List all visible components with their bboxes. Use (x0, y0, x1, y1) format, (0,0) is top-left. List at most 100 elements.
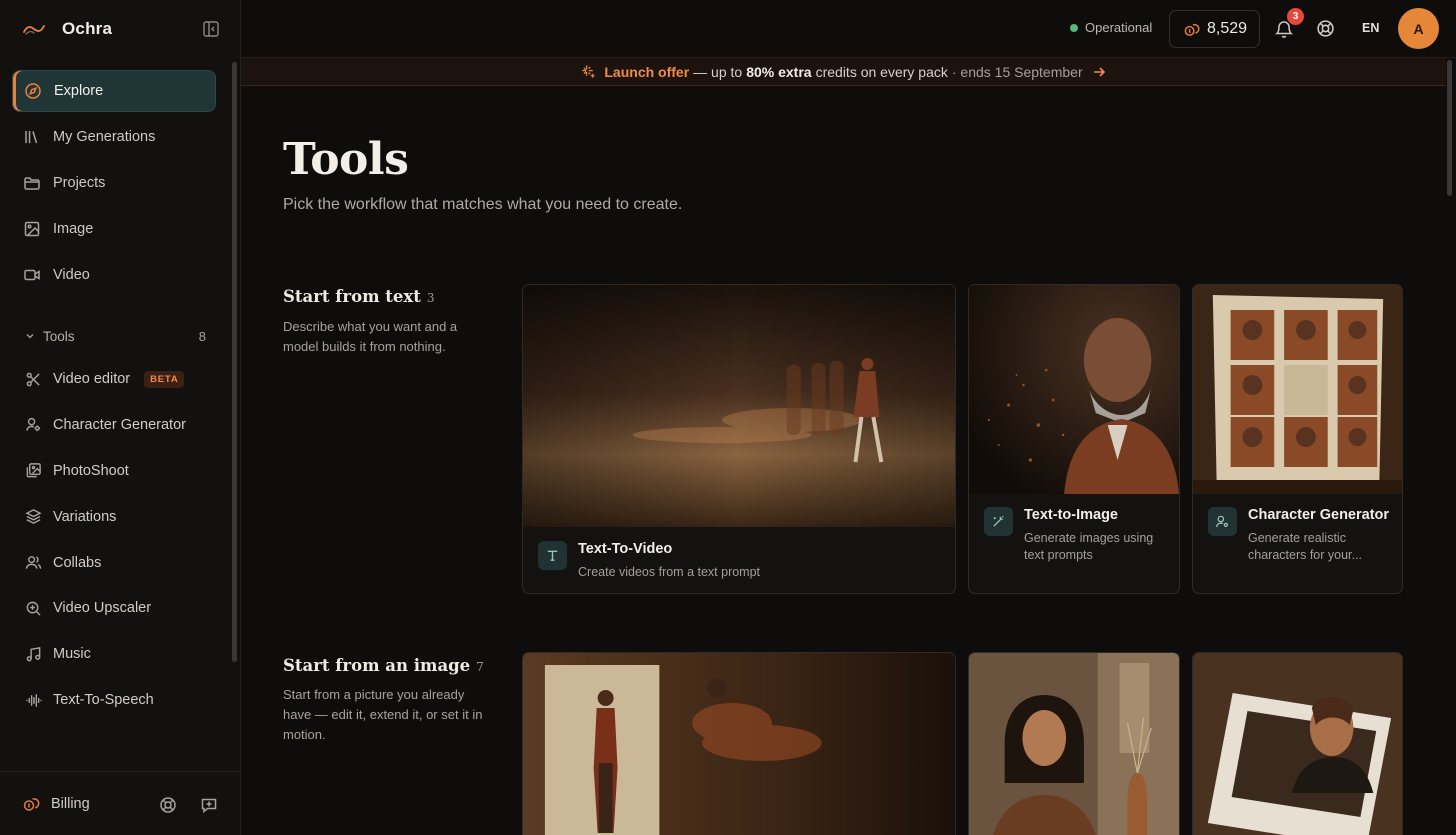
billing-button[interactable]: Billing (22, 795, 90, 813)
chevron-down-icon (26, 333, 34, 339)
app-root: Ochra Explore My Generations Projects Im… (0, 0, 1456, 835)
card-preview-image (969, 653, 1179, 835)
billing-label: Billing (51, 795, 90, 812)
users-icon (25, 556, 42, 569)
notification-count-badge: 3 (1287, 8, 1304, 25)
section-title-text: Start from text (283, 287, 421, 306)
app-name: Ochra (62, 19, 113, 38)
sidebar-item-music[interactable]: Music (12, 633, 216, 675)
tool-card-character-generator[interactable]: Character Generator Generate realistic c… (1192, 284, 1403, 594)
sidebar-item-video-editor[interactable]: Video editor BETA (12, 358, 216, 400)
language-selector[interactable]: EN (1362, 21, 1379, 35)
card-title: Character Generator (1248, 507, 1390, 523)
sidebar-item-character-generator[interactable]: Character Generator (12, 404, 216, 446)
status-label: Operational (1085, 20, 1153, 35)
video-icon (24, 269, 40, 281)
card-preview-image (523, 653, 955, 835)
sparkles-icon (582, 65, 596, 78)
section-title: Start from text 3 (283, 287, 435, 306)
nav-label: Explore (54, 83, 104, 99)
tool-card-image-preview[interactable] (1192, 652, 1403, 835)
nav-label: Projects (53, 175, 106, 191)
nav-item-video[interactable]: Video (12, 254, 216, 296)
section-title: Start from an image 7 (283, 656, 484, 675)
nav-label: Image (53, 221, 94, 237)
type-icon (538, 541, 567, 570)
section-count: 7 (476, 660, 484, 674)
credits-balance: 8,529 (1207, 20, 1248, 37)
user-avatar[interactable]: A (1398, 8, 1439, 49)
ochra-logo-icon (23, 25, 45, 35)
tool-card-text-to-video[interactable]: Text-To-Video Create videos from a text … (522, 284, 956, 594)
promo-banner[interactable]: Launch offer — up to 80% extra credits o… (241, 58, 1446, 86)
tool-label: Character Generator (53, 416, 186, 433)
tool-label: Variations (53, 508, 117, 525)
promo-offer-label: Launch offer (604, 63, 690, 80)
tools-section-toggle[interactable]: Tools 8 (24, 326, 206, 346)
sidebar-item-variations[interactable]: Variations (12, 496, 216, 538)
tool-label: Video Upscaler (53, 600, 152, 617)
nav-item-my-generations[interactable]: My Generations (12, 116, 216, 158)
message-plus-icon[interactable] (200, 796, 218, 814)
sidebar: Ochra Explore My Generations Projects Im… (0, 0, 241, 835)
status-dot (1070, 23, 1078, 32)
promo-highlight: 80% extra (746, 63, 812, 80)
promo-text-before: — up to (693, 63, 743, 80)
audio-waveform-icon (26, 693, 42, 707)
zoom-in-icon (26, 601, 41, 616)
page-title: Tools (283, 134, 409, 185)
arrow-right-icon (1093, 66, 1105, 77)
sidebar-footer: Billing (0, 771, 240, 835)
lifebuoy-icon[interactable] (159, 796, 177, 814)
card-preview-image (523, 285, 955, 527)
coins-icon (23, 797, 40, 811)
card-title: Text-To-Video (578, 541, 673, 557)
sidebar-collapse-icon[interactable] (202, 20, 220, 38)
scissors-icon (26, 372, 40, 386)
nav-label: My Generations (53, 129, 156, 145)
page-subtitle: Pick the workflow that matches what you … (283, 196, 683, 213)
card-preview-image (1193, 285, 1402, 494)
music-icon (26, 646, 41, 662)
coins-icon (1184, 23, 1200, 36)
tool-label: Collabs (53, 554, 102, 571)
nav-item-image[interactable]: Image (12, 208, 216, 250)
nav-item-projects[interactable]: Projects (12, 162, 216, 204)
main-scrollbar[interactable] (1447, 60, 1452, 196)
tool-label: PhotoShoot (53, 462, 129, 479)
section-description: Describe what you want and a model build… (283, 319, 458, 354)
nav-item-explore[interactable]: Explore (12, 70, 216, 112)
layers-icon (25, 509, 42, 525)
card-description: Create videos from a text prompt (578, 565, 761, 579)
tool-label: Text-To-Speech (53, 692, 154, 709)
sidebar-item-collabs[interactable]: Collabs (12, 542, 216, 584)
top-bar: Operational 8,529 3 EN A (241, 0, 1456, 58)
library-icon (25, 131, 38, 144)
credits-button[interactable]: 8,529 (1169, 10, 1260, 48)
card-description: Generate realistic characters for your..… (1248, 531, 1362, 562)
sidebar-item-photoshoot[interactable]: PhotoShoot (12, 450, 216, 492)
user-cog-icon (26, 418, 41, 432)
card-title: Text-to-Image (1024, 507, 1118, 523)
tool-card-text-to-image[interactable]: Text-to-Image Generate images using text… (968, 284, 1180, 594)
tool-card-image-preview[interactable] (968, 652, 1180, 835)
sidebar-scrollbar[interactable] (232, 62, 237, 662)
tool-label: Video editor (53, 371, 131, 387)
tool-label: Music (53, 646, 91, 663)
beta-badge: BETA (144, 370, 185, 388)
system-status[interactable]: Operational (1070, 20, 1152, 35)
user-cog-icon (1208, 507, 1237, 536)
nav-label: Video (53, 267, 90, 283)
sidebar-item-video-upscaler[interactable]: Video Upscaler (12, 587, 216, 629)
tools-list: Video editor BETA Character Generator Ph… (12, 358, 216, 725)
compass-icon (25, 83, 41, 99)
section-title-text: Start from an image (283, 656, 471, 675)
lifebuoy-icon[interactable] (1316, 19, 1335, 38)
sidebar-item-text-to-speech[interactable]: Text-To-Speech (12, 679, 216, 721)
tools-count: 8 (198, 328, 206, 344)
promo-end-date: · ends 15 September (951, 63, 1083, 80)
tool-card-image-preview[interactable] (522, 652, 956, 835)
section-count: 3 (426, 291, 435, 305)
card-description: Generate images using text prompts (1024, 531, 1154, 562)
promo-text-after: credits on every pack (815, 63, 948, 80)
